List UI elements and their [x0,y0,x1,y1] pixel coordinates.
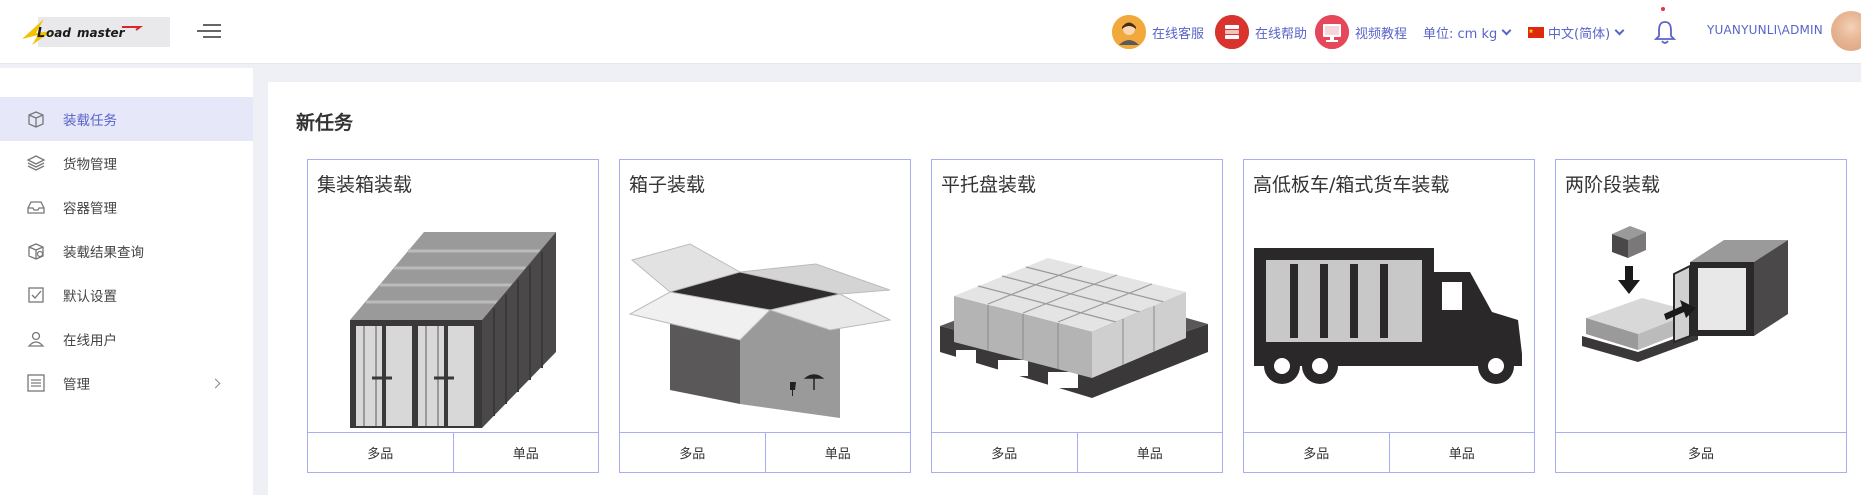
unit-selector[interactable]: 单位: cm kg [1423,14,1512,50]
single-item-button[interactable]: 单品 [1388,433,1535,472]
open-box-illustration [628,243,892,418]
sidebar-item-label: 容器管理 [63,201,117,217]
online-service-link[interactable]: 在线客服 [1112,14,1204,50]
sidebar-item-label: 装载任务 [63,113,117,129]
svg-text:master: master [77,26,126,40]
checkbox-icon [28,287,44,303]
china-flag-icon [1528,26,1544,38]
user-avatar[interactable] [1831,11,1861,51]
user-icon [27,331,45,347]
card-container-loading[interactable]: 集装箱装载 多品 单品 [307,159,599,473]
multi-item-button[interactable]: 多品 [1556,433,1846,472]
svg-text:oad: oad [46,26,71,40]
chevron-right-icon [210,378,221,388]
sidebar-item-online-users[interactable]: 在线用户 [0,317,253,361]
notification-bell-icon[interactable] [1652,18,1678,46]
video-tutorial-label: 视频教程 [1355,26,1408,42]
sidebar-item-label: 装载结果查询 [63,245,144,261]
video-monitor-icon [1315,15,1349,49]
box-search-icon [28,243,44,260]
two-stage-loading-illustration [1582,226,1788,362]
sidebar: 装载任务 货物管理 容器管理 装载结果查询 默认设置 在线用户 管理 [0,68,253,495]
box-icon [28,111,44,128]
language-selector[interactable]: 中文(简体) [1528,14,1625,50]
help-book-icon [1215,15,1249,49]
layers-icon [26,155,46,171]
card-box-loading[interactable]: 箱子装载 多品 单品 [619,159,911,473]
single-item-button[interactable]: 单品 [764,433,911,472]
card-truck-loading[interactable]: 高低板车/箱式货车装载 多品 单品 [1243,159,1535,473]
page-title: 新任务 [296,112,354,134]
username-label[interactable]: YUANYUNLI\ADMIN [1707,23,1823,37]
multi-item-button[interactable]: 多品 [932,433,1077,472]
sidebar-item-management[interactable]: 管理 [0,361,253,405]
online-help-link[interactable]: 在线帮助 [1215,14,1307,50]
card-footer: 多品 单品 [308,432,598,472]
shipping-container-illustration [350,232,556,428]
sliders-icon [27,374,45,392]
card-title: 高低板车/箱式货车装载 [1253,174,1450,196]
sidebar-item-label: 默认设置 [63,289,117,305]
single-item-button[interactable]: 单品 [1076,433,1223,472]
card-title: 两阶段装载 [1565,174,1661,196]
customer-service-avatar-icon [1112,15,1146,49]
sidebar-item-label: 管理 [63,377,90,393]
sidebar-item-label: 货物管理 [63,157,117,173]
online-service-label: 在线客服 [1152,26,1205,42]
chevron-down-icon [1501,25,1512,35]
sidebar-item-loading-tasks[interactable]: 装载任务 [0,97,253,141]
top-bar: L oad master 在线客服 在线帮助 视频教程 单位: cm kg 中文… [0,0,1861,64]
video-tutorial-link[interactable]: 视频教程 [1315,14,1407,50]
card-pallet-loading[interactable]: 平托盘装载 多品 单品 [931,159,1223,473]
card-title: 箱子装载 [629,174,706,196]
menu-toggle-button[interactable] [197,20,225,42]
card-footer: 多品 [1556,432,1846,472]
chevron-down-icon [1614,25,1625,35]
card-title: 集装箱装载 [317,174,413,196]
unit-label: 单位: cm kg [1423,26,1498,42]
online-help-label: 在线帮助 [1255,26,1308,42]
single-item-button[interactable]: 单品 [452,433,599,472]
truck-illustration [1254,248,1522,384]
sidebar-item-loading-results[interactable]: 装载结果查询 [0,229,253,273]
sidebar-item-cargo-management[interactable]: 货物管理 [0,141,253,185]
card-footer: 多品 单品 [620,432,910,472]
sidebar-item-container-management[interactable]: 容器管理 [0,185,253,229]
loadmaster-logo[interactable]: L oad master [22,17,170,47]
sidebar-item-label: 在线用户 [63,333,117,349]
language-label: 中文(简体) [1548,26,1611,42]
notification-dot [1661,7,1665,11]
pallet-illustration [940,258,1208,398]
multi-item-button[interactable]: 多品 [308,433,453,472]
multi-item-button[interactable]: 多品 [620,433,765,472]
svg-text:L: L [37,26,45,41]
card-footer: 多品 单品 [1244,432,1534,472]
card-two-stage-loading[interactable]: 两阶段装载 多品 [1555,159,1847,473]
multi-item-button[interactable]: 多品 [1244,433,1389,472]
inbox-icon [27,201,45,214]
sidebar-item-default-settings[interactable]: 默认设置 [0,273,253,317]
card-title: 平托盘装载 [941,174,1037,196]
card-footer: 多品 单品 [932,432,1222,472]
